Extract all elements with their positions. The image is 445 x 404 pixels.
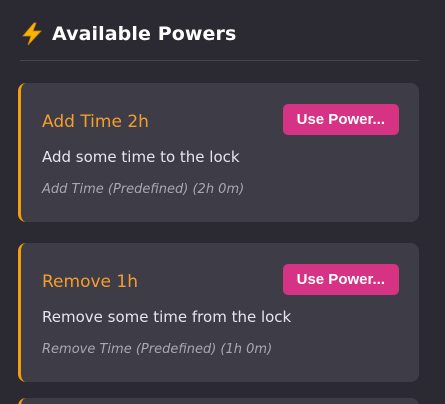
power-meta: Remove Time (Predefined) (1h 0m) (42, 342, 273, 357)
power-title: Remove 1h (42, 272, 138, 292)
panel-header: Available Powers (20, 18, 236, 50)
powers-panel: Available Powers Add Time 2h Use Power..… (0, 0, 445, 404)
power-card: Add Time 2h Use Power... Add some time t… (18, 83, 419, 222)
use-power-button[interactable]: Use Power... (282, 264, 399, 295)
power-card-partial (18, 398, 419, 404)
lightning-bolt-icon (20, 22, 44, 46)
header-divider (20, 60, 419, 61)
power-card: Remove 1h Use Power... Remove some time … (18, 243, 419, 382)
power-title: Add Time 2h (42, 112, 149, 132)
power-meta: Add Time (Predefined) (2h 0m) (42, 182, 245, 197)
panel-title: Available Powers (52, 23, 237, 45)
power-description: Add some time to the lock (42, 148, 240, 166)
power-description: Remove some time from the lock (42, 308, 292, 326)
use-power-button[interactable]: Use Power... (282, 104, 399, 135)
